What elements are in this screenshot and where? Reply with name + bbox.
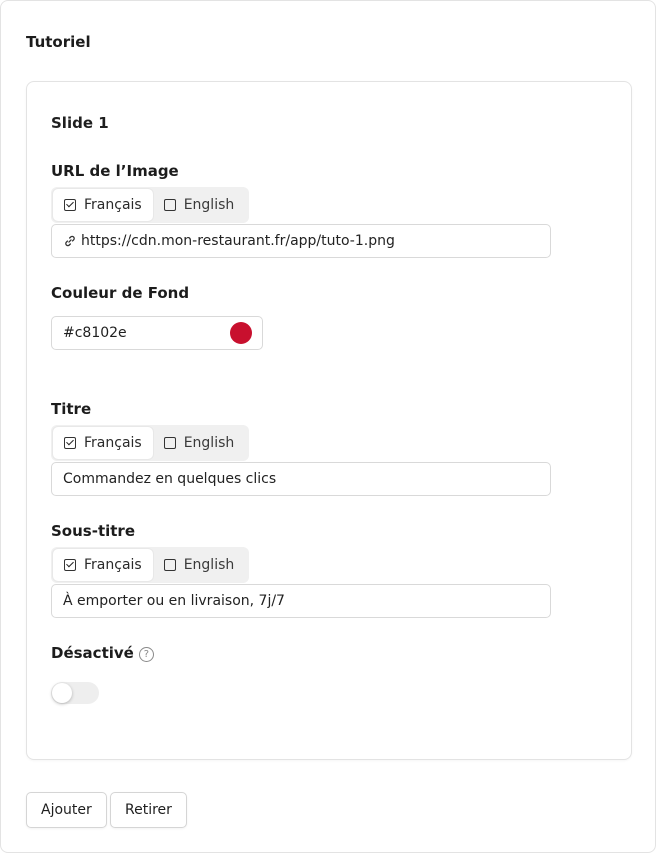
color-swatch[interactable]: [230, 322, 252, 344]
image-url-lang-tabs: Français English: [51, 187, 249, 223]
disabled-toggle[interactable]: [51, 682, 99, 704]
add-button[interactable]: Ajouter: [26, 792, 107, 828]
tab-label: Français: [84, 197, 142, 213]
checked-checkbox-icon: [64, 437, 76, 449]
title-input[interactable]: Commandez en quelques clics: [51, 462, 551, 496]
tab-label: Français: [84, 557, 142, 573]
tab-image-url-english[interactable]: English: [153, 189, 246, 221]
checked-checkbox-icon: [64, 199, 76, 211]
tab-image-url-francais[interactable]: Français: [53, 189, 153, 221]
tab-title-francais[interactable]: Français: [53, 427, 153, 459]
disabled-label-text: Désactivé: [51, 644, 134, 662]
page-title: Tutoriel: [26, 33, 91, 51]
unchecked-checkbox-icon: [163, 437, 176, 449]
slide-title: Slide 1: [51, 114, 109, 132]
disabled-label: Désactivé?: [51, 644, 154, 662]
image-url-label: URL de l’Image: [51, 162, 179, 180]
image-url-value: https://cdn.mon-restaurant.fr/app/tuto-1…: [81, 233, 395, 249]
unchecked-checkbox-icon: [163, 559, 176, 571]
background-color-input[interactable]: #c8102e: [51, 316, 263, 350]
remove-button[interactable]: Retirer: [110, 792, 187, 828]
tutorial-panel: Tutoriel Slide 1 URL de l’Image Français…: [0, 0, 656, 853]
background-color-value: #c8102e: [63, 325, 127, 341]
tab-label: English: [183, 557, 235, 573]
tab-label: English: [183, 435, 235, 451]
subtitle-value: À emporter ou en livraison, 7j/7: [63, 593, 285, 609]
background-color-label: Couleur de Fond: [51, 284, 190, 302]
title-lang-tabs: Français English: [51, 425, 249, 461]
title-value: Commandez en quelques clics: [63, 471, 277, 487]
tab-label: English: [183, 197, 235, 213]
subtitle-lang-tabs: Français English: [51, 547, 249, 583]
image-url-input[interactable]: https://cdn.mon-restaurant.fr/app/tuto-1…: [51, 224, 551, 258]
subtitle-label: Sous-titre: [51, 522, 135, 540]
help-icon[interactable]: ?: [138, 647, 154, 662]
tab-subtitle-francais[interactable]: Français: [53, 549, 153, 581]
checked-checkbox-icon: [64, 559, 76, 571]
title-label: Titre: [51, 400, 92, 418]
subtitle-input[interactable]: À emporter ou en livraison, 7j/7: [51, 584, 551, 618]
tab-subtitle-english[interactable]: English: [153, 549, 246, 581]
slide-card: Slide 1 URL de l’Image Français English …: [26, 81, 632, 760]
toggle-knob: [52, 683, 72, 703]
unchecked-checkbox-icon: [163, 199, 176, 211]
tab-title-english[interactable]: English: [153, 427, 246, 459]
tab-label: Français: [84, 435, 142, 451]
link-icon: [65, 235, 75, 247]
